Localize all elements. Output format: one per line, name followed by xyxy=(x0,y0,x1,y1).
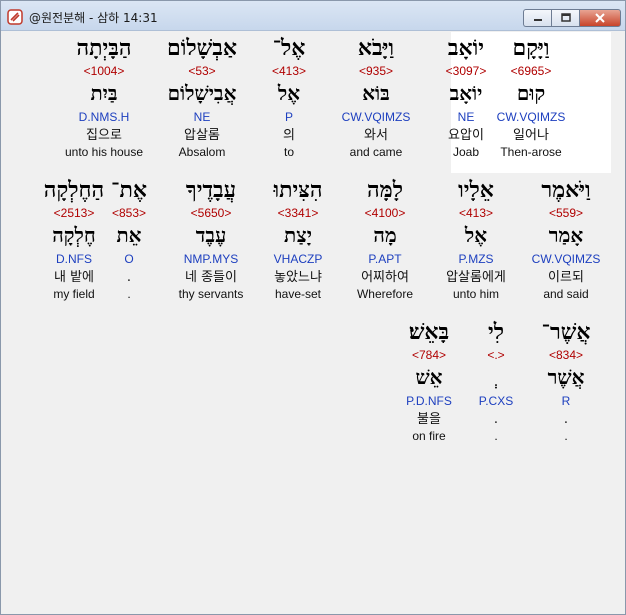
close-button[interactable] xyxy=(579,9,621,27)
lemma-word: יָצַת xyxy=(284,223,312,247)
hebrew-word: לָמָּה xyxy=(367,177,403,203)
strong-number: <5650> xyxy=(190,206,232,220)
hebrew-word: בָּאֵשׁ׃ xyxy=(408,319,450,345)
korean-gloss: 요압이 xyxy=(448,128,484,143)
hebrew-word: יוֹאָב xyxy=(447,35,485,61)
lemma-word: בּוֹא xyxy=(362,81,390,105)
maximize-icon xyxy=(560,13,571,22)
strong-number: <1004> xyxy=(83,64,125,78)
english-gloss: unto his house xyxy=(64,145,144,159)
app-logo-icon xyxy=(7,9,23,25)
parsing-code: CW.VQIMZS xyxy=(341,110,411,124)
strong-number: <413> xyxy=(458,206,494,220)
english-gloss: Absalom xyxy=(178,145,226,159)
hebrew-word: אֶל־ xyxy=(272,35,306,61)
hebrew-word: הַחֶלְקָה xyxy=(43,177,105,203)
word-column[interactable]: בָּאֵשׁ׃ <784> אֵשׁ P.D.NFS 불을 on fire xyxy=(384,316,474,443)
korean-gloss: 와서 xyxy=(364,128,388,143)
parsing-code: NE xyxy=(457,110,475,124)
hebrew-word: וַיָּבֹא xyxy=(357,35,395,61)
english-gloss: my field xyxy=(53,287,95,301)
english-gloss: unto him xyxy=(452,287,500,301)
word-column[interactable]: הִצִּיתוּ <3341> יָצַת VHACZP 놓았느냐 have-set xyxy=(253,174,343,301)
window-title: @원전분해 - 삼하 14:31 xyxy=(29,11,158,25)
strong-number: <935> xyxy=(358,64,394,78)
lemma-word: יוֹאָב xyxy=(449,81,483,105)
english-gloss: and came xyxy=(349,145,403,159)
word-column[interactable]: הַבָּיְתָה <1004> בַּיִת D.NMS.H 집으로 unto his… xyxy=(59,32,149,159)
korean-gloss: 네 종들이 xyxy=(185,270,237,285)
hebrew-word: הַבָּיְתָה xyxy=(76,35,132,61)
parsing-code: NMP.MYS xyxy=(183,252,239,266)
strong-number: <559> xyxy=(548,206,584,220)
korean-gloss: 압살롬 xyxy=(184,128,220,143)
strong-number: <413> xyxy=(271,64,307,78)
parsing-code: P.APT xyxy=(368,252,402,266)
parsing-code: CW.VQIMZS xyxy=(531,252,601,266)
parsing-code: P.MZS xyxy=(458,252,494,266)
word-column[interactable]: לָמָּה <4100> מָה P.APT 어찌하여 Wherefore xyxy=(340,174,430,301)
lemma-word: אֶל xyxy=(277,81,301,105)
strong-number: <3341> xyxy=(277,206,319,220)
hebrew-word: אֵלָיו xyxy=(458,177,494,203)
lemma-word: חֶלְקָה xyxy=(52,223,96,247)
english-gloss: thy servants xyxy=(178,287,244,301)
parsing-code: NE xyxy=(193,110,211,124)
korean-gloss: 의 xyxy=(283,128,295,143)
minimize-icon xyxy=(533,19,542,21)
word-column[interactable]: וַיֹּאמֶר <559> אָמַר CW.VQIMZS 이르되 and said xyxy=(521,174,611,301)
english-gloss: Wherefore xyxy=(356,287,414,301)
word-column[interactable]: הַחֶלְקָה <2513> חֶלְקָה D.NFS 내 밭에 my field xyxy=(29,174,119,301)
lemma-word: עֶבֶד xyxy=(195,223,227,247)
lemma-word: מָה xyxy=(373,223,397,247)
english-gloss: and said xyxy=(543,287,589,301)
strong-number: <53> xyxy=(188,64,216,78)
title-bar[interactable]: @원전분해 - 삼하 14:31 xyxy=(1,1,625,31)
close-icon xyxy=(595,13,605,23)
parsing-code: D.NMS.H xyxy=(78,110,130,124)
korean-gloss: 어찌하여 xyxy=(361,270,409,285)
parsing-code: P xyxy=(284,110,293,124)
parsing-code: VHACZP xyxy=(273,252,323,266)
korean-gloss: 놓았느냐 xyxy=(274,270,322,285)
english-gloss: on fire xyxy=(412,429,446,443)
lemma-word: אֲבִישָׁלוֹם xyxy=(167,81,237,105)
word-column[interactable]: וַיָּבֹא <935> בּוֹא CW.VQIMZS 와서 and came xyxy=(331,32,421,159)
lemma-word: אֶל xyxy=(464,223,488,247)
parsing-code: D.NFS xyxy=(56,252,92,266)
word-column[interactable]: עֲבָדֶיךָ <5650> עֶבֶד NMP.MYS 네 종들이 thy serv… xyxy=(166,174,256,301)
strong-number: <784> xyxy=(411,348,447,362)
word-column[interactable]: יוֹאָב <3097> יוֹאָב NE 요압이 Joab xyxy=(421,32,511,159)
app-window: @원전분해 - 삼하 14:31 וַיָּקָם <6965> קוּם CW.VQ… xyxy=(0,0,626,615)
english-gloss: Joab xyxy=(452,145,480,159)
strong-number: <3097> xyxy=(445,64,487,78)
lemma-word: בַּיִת xyxy=(90,81,118,105)
english-gloss: to xyxy=(283,145,294,159)
minimize-button[interactable] xyxy=(523,9,551,27)
korean-gloss: 압살롬에게 xyxy=(446,270,506,285)
hebrew-word: וַיֹּאמֶר xyxy=(541,177,591,203)
word-column[interactable]: אֶל־ <413> אֶל P 의 to xyxy=(244,32,334,159)
strong-number: <4100> xyxy=(364,206,406,220)
english-gloss: have-set xyxy=(274,287,322,301)
parsing-code: P.D.NFS xyxy=(406,394,452,408)
word-column[interactable]: אַבְשָׁלוֹם <53> אֲבִישָׁלוֹם NE 압살롬 Absalom xyxy=(157,32,247,159)
korean-gloss: 이르되 xyxy=(548,270,584,285)
verse-analysis-panel: וַיָּקָם <6965> קוּם CW.VQIMZS 일어나 Then-arose… xyxy=(9,32,619,614)
korean-gloss: 집으로 xyxy=(86,128,122,143)
strong-number: <2513> xyxy=(53,206,95,220)
maximize-button[interactable] xyxy=(551,9,579,27)
korean-gloss: 불을 xyxy=(417,412,441,427)
hebrew-word: אַבְשָׁלוֹם xyxy=(167,35,237,61)
hebrew-word: הִצִּיתוּ xyxy=(273,177,323,203)
hebrew-word: עֲבָדֶיךָ xyxy=(185,177,237,203)
korean-gloss: 내 밭에 xyxy=(53,270,94,285)
lemma-word: אָמַר xyxy=(548,223,584,247)
lemma-word: אֵשׁ xyxy=(415,365,443,389)
word-column[interactable]: אֵלָיו <413> אֶל P.MZS 압살롬에게 unto him xyxy=(431,174,521,301)
